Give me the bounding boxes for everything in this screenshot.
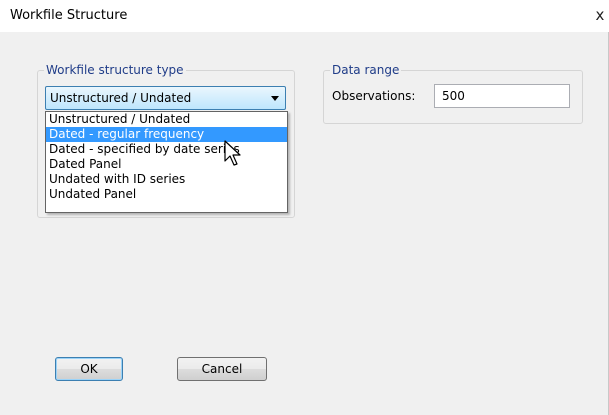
structure-type-options-list[interactable]: Unstructured / Undated Dated - regular f… bbox=[45, 111, 288, 213]
option-undated-panel[interactable]: Undated Panel bbox=[46, 187, 287, 202]
observations-label: Observations: bbox=[332, 89, 416, 103]
workfile-structure-dialog: Workfile Structure x Workfile structure … bbox=[0, 0, 609, 415]
option-unstructured-undated[interactable]: Unstructured / Undated bbox=[46, 112, 287, 127]
option-dated-regular-frequency[interactable]: Dated - regular frequency bbox=[46, 127, 287, 142]
close-icon[interactable]: x bbox=[591, 6, 609, 24]
cancel-button[interactable]: Cancel bbox=[177, 357, 267, 381]
structure-type-legend: Workfile structure type bbox=[44, 63, 186, 77]
dialog-title: Workfile Structure bbox=[10, 8, 128, 23]
chevron-down-icon bbox=[271, 96, 279, 101]
dropdown-selected-value: Unstructured / Undated bbox=[50, 91, 192, 105]
ok-button[interactable]: OK bbox=[55, 357, 123, 381]
structure-type-dropdown[interactable]: Unstructured / Undated bbox=[45, 86, 286, 110]
observations-input[interactable]: 500 bbox=[434, 84, 570, 108]
option-dated-date-series[interactable]: Dated - specified by date series bbox=[46, 142, 287, 157]
title-bar: Workfile Structure x bbox=[0, 0, 609, 32]
data-range-legend: Data range bbox=[330, 63, 402, 77]
mouse-pointer-icon bbox=[224, 140, 241, 166]
option-dated-panel[interactable]: Dated Panel bbox=[46, 157, 287, 172]
option-undated-id-series[interactable]: Undated with ID series bbox=[46, 172, 287, 187]
